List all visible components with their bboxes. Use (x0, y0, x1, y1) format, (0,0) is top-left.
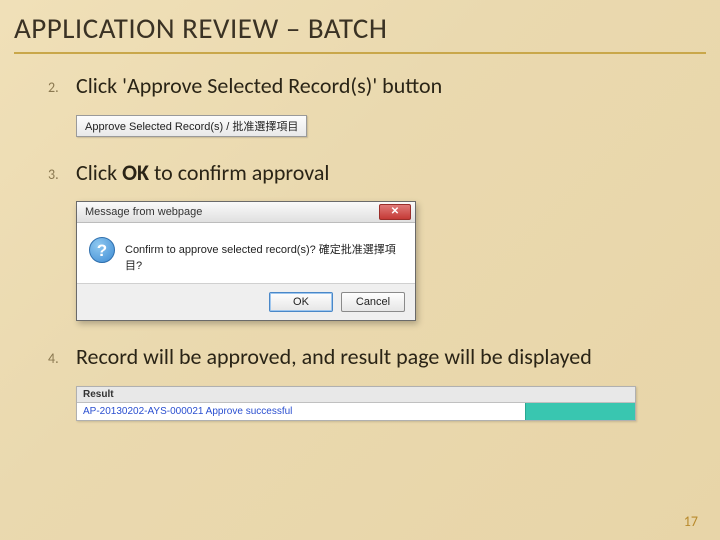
dialog-title: Message from webpage (85, 206, 202, 218)
step-number: 2. (48, 72, 76, 96)
step-number: 3. (48, 159, 76, 183)
approve-button-screenshot: Approve Selected Record(s) / 批准選擇項目 (76, 115, 672, 137)
step-text: Click OK to confirm approval (76, 159, 329, 188)
page-number: 17 (684, 513, 698, 530)
result-header: Result (77, 387, 635, 403)
content-area: 2. Click 'Approve Selected Record(s)' bu… (0, 54, 720, 421)
close-icon[interactable]: ✕ (379, 204, 411, 220)
step3-bold: OK (122, 159, 149, 186)
result-table: Result AP-20130202-AYS-000021 Approve su… (76, 386, 636, 421)
step2-post: ' button (372, 72, 442, 99)
dialog-titlebar: Message from webpage ✕ (77, 202, 415, 223)
step-number: 4. (48, 343, 76, 367)
approve-button-label: Approve Selected Record(s) / 批准選擇項目 (85, 118, 298, 134)
step3-pre: Click (76, 159, 122, 186)
step-4: 4. Record will be approved, and result p… (48, 343, 672, 372)
confirm-dialog-screenshot: Message from webpage ✕ ? Confirm to appr… (76, 201, 672, 321)
dialog-message: Confirm to approve selected record(s)? 確… (125, 237, 401, 273)
confirm-dialog: Message from webpage ✕ ? Confirm to appr… (76, 201, 416, 321)
step-text: Record will be approved, and result page… (76, 343, 592, 372)
step2-mid: Approve Selected Record(s) (127, 72, 372, 99)
step3-post: to confirm approval (149, 159, 329, 186)
step-text: Click 'Approve Selected Record(s)' butto… (76, 72, 442, 101)
slide: APPLICATION REVIEW – BATCH 2. Click 'App… (0, 0, 720, 540)
title-wrap: APPLICATION REVIEW – BATCH (0, 10, 720, 54)
cancel-button[interactable]: Cancel (341, 292, 405, 312)
slide-title: APPLICATION REVIEW – BATCH (14, 10, 706, 54)
question-icon: ? (89, 237, 115, 263)
result-screenshot: Result AP-20130202-AYS-000021 Approve su… (76, 386, 672, 421)
result-cell-status (525, 403, 635, 420)
approve-selected-button[interactable]: Approve Selected Record(s) / 批准選擇項目 (76, 115, 307, 137)
ok-button[interactable]: OK (269, 292, 333, 312)
dialog-body: ? Confirm to approve selected record(s)?… (77, 223, 415, 283)
step-3: 3. Click OK to confirm approval (48, 159, 672, 188)
table-row: AP-20130202-AYS-000021 Approve successfu… (77, 403, 635, 420)
step-2: 2. Click 'Approve Selected Record(s)' bu… (48, 72, 672, 101)
step2-pre: Click ' (76, 72, 127, 99)
result-cell-text: AP-20130202-AYS-000021 Approve successfu… (77, 403, 525, 420)
dialog-footer: OK Cancel (77, 283, 415, 320)
